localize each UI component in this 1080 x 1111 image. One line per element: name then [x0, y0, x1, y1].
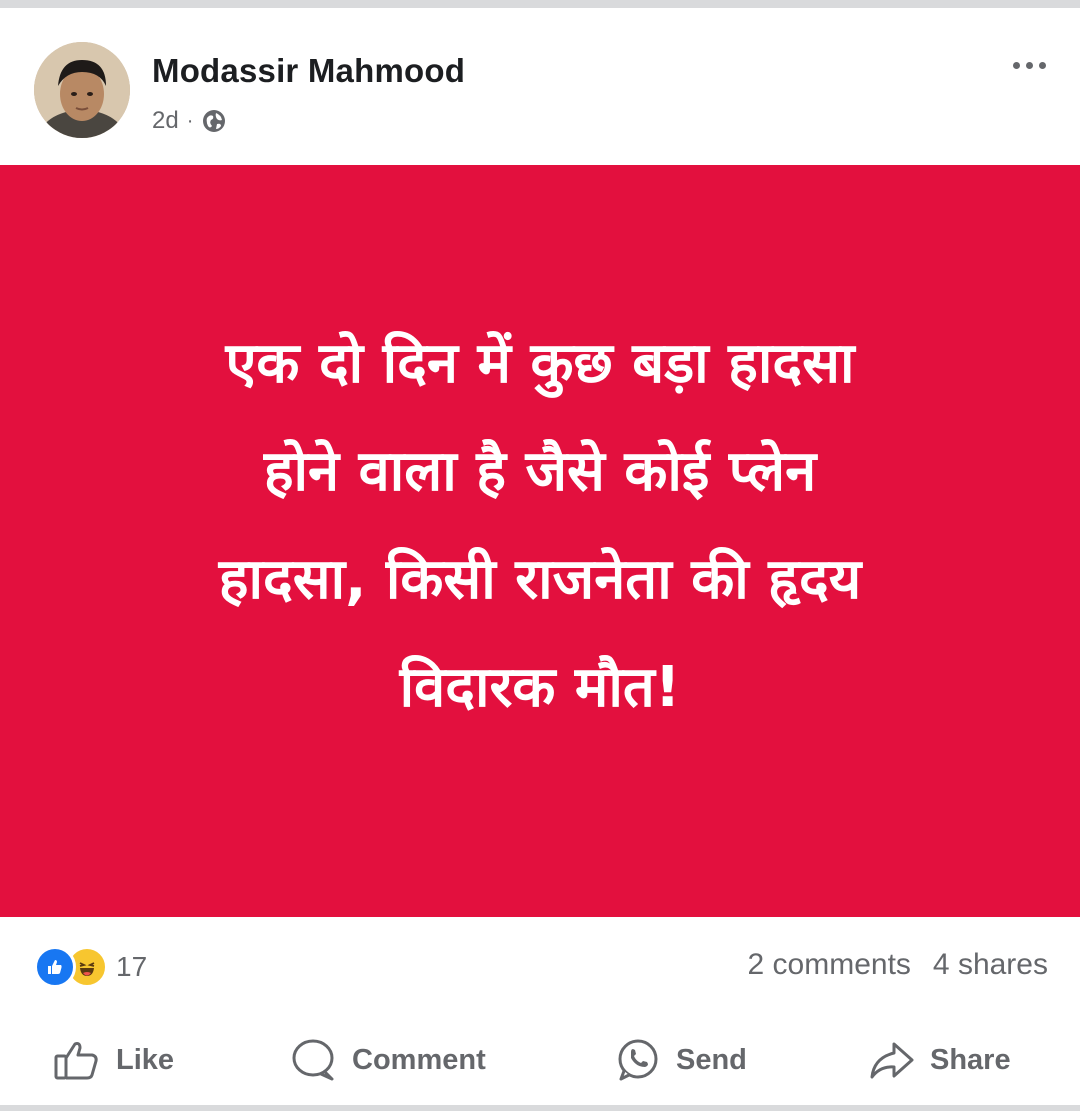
- post-stats: 17 2 comments 4 shares: [0, 938, 1080, 990]
- engagement-counts: 2 comments 4 shares: [748, 948, 1048, 982]
- comment-button[interactable]: Comment: [290, 1034, 486, 1086]
- post-time[interactable]: 2d: [152, 107, 179, 135]
- send-button[interactable]: Send: [614, 1034, 747, 1086]
- reactions-summary[interactable]: 17: [34, 946, 147, 988]
- whatsapp-icon: [618, 1039, 658, 1081]
- post-meta: 2d ·: [152, 104, 227, 138]
- like-button[interactable]: Like: [54, 1034, 174, 1086]
- globe-icon[interactable]: [201, 108, 227, 134]
- author-name[interactable]: Modassir Mahmood: [152, 52, 465, 90]
- more-dot: [1013, 62, 1020, 69]
- share-button[interactable]: Share: [868, 1034, 1011, 1086]
- post-text-line: विदारक मौत!: [399, 655, 681, 720]
- post-image-text: एक दो दिन में कुछ बड़ा हादसा होने वाला ह…: [100, 310, 980, 742]
- more-dot: [1039, 62, 1046, 69]
- share-arrow-icon: [870, 1042, 914, 1079]
- author-avatar[interactable]: [34, 42, 130, 138]
- shares-count[interactable]: 4 shares: [933, 948, 1048, 982]
- share-label: Share: [930, 1043, 1011, 1076]
- post-image[interactable]: एक दो दिन में कुछ बड़ा हादसा होने वाला ह…: [0, 165, 1080, 917]
- comments-count[interactable]: 2 comments: [748, 948, 911, 982]
- post-header: Modassir Mahmood 2d ·: [0, 8, 1080, 166]
- action-bar: Like Comment Send Share: [0, 1024, 1080, 1094]
- post-text-line: हादसा, किसी राजनेता की हृदय: [218, 547, 862, 612]
- like-label: Like: [116, 1043, 175, 1076]
- more-dot: [1026, 62, 1033, 69]
- thumbs-up-icon: [54, 1042, 98, 1080]
- like-reaction-icon: [34, 946, 76, 988]
- reaction-count: 17: [116, 951, 148, 982]
- meta-separator: ·: [186, 109, 194, 132]
- avatar-image: [34, 42, 130, 138]
- comment-label: Comment: [352, 1043, 486, 1076]
- post-card: Modassir Mahmood 2d · एक दो दिन में कुछ …: [0, 8, 1080, 1105]
- more-options-icon[interactable]: [1013, 62, 1046, 69]
- comment-icon: [292, 1039, 334, 1081]
- send-label: Send: [676, 1043, 747, 1076]
- post-text-line: होने वाला है जैसे कोई प्लेन: [263, 439, 817, 504]
- post-text-line: एक दो दिन में कुछ बड़ा हादसा: [225, 331, 855, 396]
